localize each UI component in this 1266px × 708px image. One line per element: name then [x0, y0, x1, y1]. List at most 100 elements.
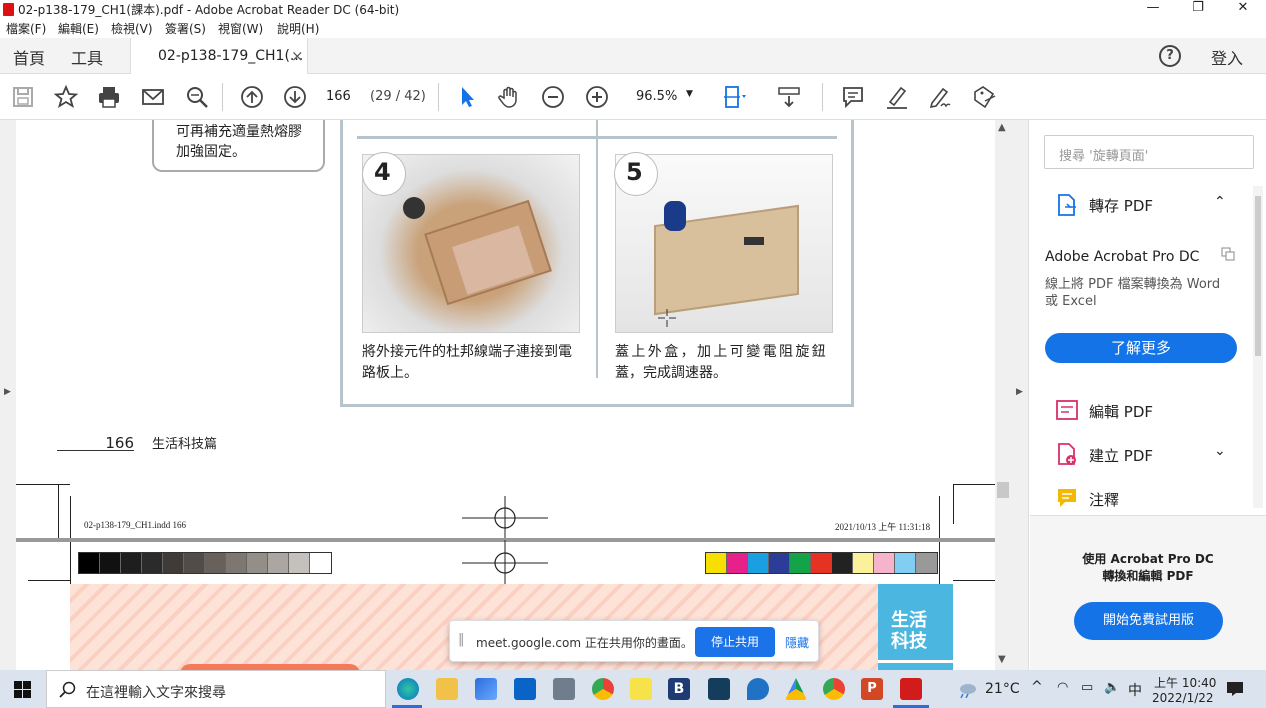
windows-start-icon[interactable] — [14, 681, 31, 698]
slug-file-info: 02-p138-179_CH1.indd 166 — [84, 520, 186, 530]
previous-page-icon[interactable] — [239, 84, 265, 110]
promo-section: 使用 Acrobat Pro DC 轉換和編輯 PDF 開始免費試用版 — [1030, 515, 1266, 670]
notification-center-icon[interactable] — [1226, 681, 1244, 697]
fill-sign-icon[interactable] — [971, 84, 997, 110]
expand-chevron-down-icon[interactable]: ⌄ — [1214, 443, 1226, 459]
collapse-chevron-up-icon[interactable]: ⌃ — [1214, 194, 1226, 210]
crop-mark — [28, 580, 70, 581]
side-panel-scrollbar-thumb[interactable] — [1255, 196, 1261, 356]
minimize-button[interactable]: — — [1130, 0, 1176, 18]
fit-page-icon[interactable] — [721, 84, 747, 110]
acrobat-taskbar-icon[interactable] — [900, 678, 922, 700]
step-5-number: 5 — [626, 158, 643, 186]
email-icon[interactable] — [140, 84, 166, 110]
microsoft-store-icon[interactable] — [475, 678, 497, 700]
slug-date-info: 2021/10/13 上午 11:31:18 — [835, 522, 931, 532]
scroll-down-icon[interactable]: ▼ — [998, 654, 1006, 665]
print-icon[interactable] — [96, 84, 122, 110]
zoom-level-dropdown[interactable]: 96.5% ▼ — [628, 86, 698, 108]
comment-tool-label[interactable]: 注釋 — [1089, 489, 1119, 510]
title-bar: 02-p138-179_CH1(課本).pdf - Adobe Acrobat … — [0, 0, 1266, 18]
hand-tool-icon[interactable] — [497, 84, 523, 110]
next-page-icon[interactable] — [282, 84, 308, 110]
tab-tools[interactable]: 工具 — [71, 45, 103, 69]
hide-share-bar-button[interactable]: 隱藏 — [785, 634, 809, 651]
mail-icon[interactable] — [514, 678, 536, 700]
zoom-out-icon[interactable] — [540, 84, 566, 110]
close-tab-icon[interactable]: × — [291, 47, 304, 65]
document-scrollbar[interactable]: ▲ ▼ — [995, 120, 1011, 670]
battery-icon[interactable]: ▭ — [1081, 680, 1093, 695]
menu-file[interactable]: 檔案(F) — [6, 20, 46, 37]
edge-browser-icon[interactable] — [397, 678, 419, 700]
promo-line-1: 使用 Acrobat Pro DC — [1082, 552, 1214, 566]
zoom-in-icon[interactable] — [584, 84, 610, 110]
help-icon[interactable]: ? — [1159, 45, 1181, 67]
highlight-icon[interactable] — [884, 84, 910, 110]
toolbar: 166 (29 / 42) 96.5% ▼ — [0, 74, 1266, 120]
edit-pdf-label[interactable]: 編輯 PDF — [1089, 401, 1153, 422]
clock-date[interactable]: 2022/1/22 — [1152, 691, 1214, 705]
terminal-app-icon[interactable] — [708, 678, 730, 700]
footer-section-title: 生活科技篇 — [152, 437, 218, 452]
volume-icon[interactable]: 🔈 — [1104, 680, 1120, 695]
create-pdf-label[interactable]: 建立 PDF — [1089, 445, 1153, 466]
save-icon[interactable] — [10, 84, 36, 110]
menu-help[interactable]: 說明(H) — [277, 20, 319, 37]
chrome-profile-icon[interactable] — [592, 678, 614, 700]
taskbar-search-box[interactable]: 在這裡輸入文字來搜尋 — [46, 670, 386, 708]
note-bubble: 可再補充適量熱熔膠 加強固定。 — [152, 120, 325, 172]
learn-more-button[interactable]: 了解更多 — [1045, 333, 1237, 363]
draw-sign-icon[interactable] — [927, 84, 953, 110]
show-hidden-icons-chevron[interactable]: ^ — [1031, 679, 1043, 695]
powerpoint-icon[interactable]: P — [861, 678, 883, 700]
expand-left-panel-icon[interactable]: ▶ — [4, 387, 11, 397]
document-view: 可再補充適量熱熔膠 加強固定。 4 將外接元件的杜邦線端子連接到電 路板上。 5… — [16, 120, 995, 670]
drag-handle-icon[interactable]: ‖ — [458, 632, 465, 647]
promo-line-2: 轉換和編輯 PDF — [1102, 569, 1194, 583]
stop-sharing-button[interactable]: 停止共用 — [695, 627, 775, 657]
google-drive-icon[interactable] — [785, 678, 807, 700]
menu-view[interactable]: 檢視(V) — [111, 20, 153, 37]
network-icon[interactable]: ◠ — [1057, 680, 1068, 695]
collapse-right-panel-icon[interactable]: ▶ — [1016, 387, 1023, 397]
step-4-number-badge: 4 — [362, 152, 406, 196]
taskbar-search-placeholder: 在這裡輸入文字來搜尋 — [86, 685, 226, 701]
media-player-icon[interactable] — [630, 678, 652, 700]
acrobat-icon — [3, 3, 14, 16]
export-pdf-label[interactable]: 轉存 PDF — [1089, 195, 1153, 216]
comment-icon[interactable] — [840, 84, 866, 110]
menu-window[interactable]: 視窗(W) — [218, 20, 263, 37]
chrome-icon[interactable] — [823, 678, 845, 700]
maps-icon[interactable] — [747, 678, 769, 700]
select-cursor-icon[interactable] — [454, 84, 480, 110]
file-explorer-icon[interactable] — [436, 678, 458, 700]
page-number-input[interactable]: 166 — [326, 86, 364, 108]
input-method-indicator[interactable]: 中 — [1128, 680, 1142, 700]
calculator-icon[interactable] — [553, 678, 575, 700]
weather-temperature[interactable]: 21°C — [985, 681, 1020, 697]
side-panel-scrollbar[interactable] — [1253, 186, 1263, 508]
close-window-button[interactable]: ✕ — [1220, 0, 1266, 18]
weather-icon[interactable] — [957, 682, 977, 699]
menu-edit[interactable]: 編輯(E) — [58, 20, 99, 37]
toolbar-divider — [822, 83, 823, 111]
left-nav-strip: ▶ — [0, 120, 16, 670]
sign-in-link[interactable]: 登入 — [1211, 45, 1243, 69]
crop-mark — [16, 484, 70, 485]
step-4-number: 4 — [374, 158, 391, 186]
tab-document[interactable]: 02-p138-179_CH1(... × — [130, 38, 308, 75]
search-zoom-icon[interactable] — [184, 84, 210, 110]
clock-time[interactable]: 上午 10:40 — [1154, 674, 1216, 691]
free-trial-button[interactable]: 開始免費試用版 — [1074, 602, 1223, 640]
menu-sign[interactable]: 簽署(S) — [165, 20, 206, 37]
tools-search-input[interactable]: 搜尋 '旋轉頁面' — [1044, 135, 1254, 169]
scroll-up-icon[interactable]: ▲ — [998, 122, 1006, 133]
copy-icon[interactable] — [1221, 246, 1235, 261]
maximize-button[interactable]: ❐ — [1175, 0, 1221, 18]
b-app-icon[interactable]: B — [668, 678, 690, 700]
bookmark-star-icon[interactable] — [53, 84, 79, 110]
scrollbar-thumb[interactable] — [997, 482, 1009, 498]
scroll-mode-icon[interactable] — [776, 84, 802, 110]
tab-home[interactable]: 首頁 — [13, 45, 45, 69]
